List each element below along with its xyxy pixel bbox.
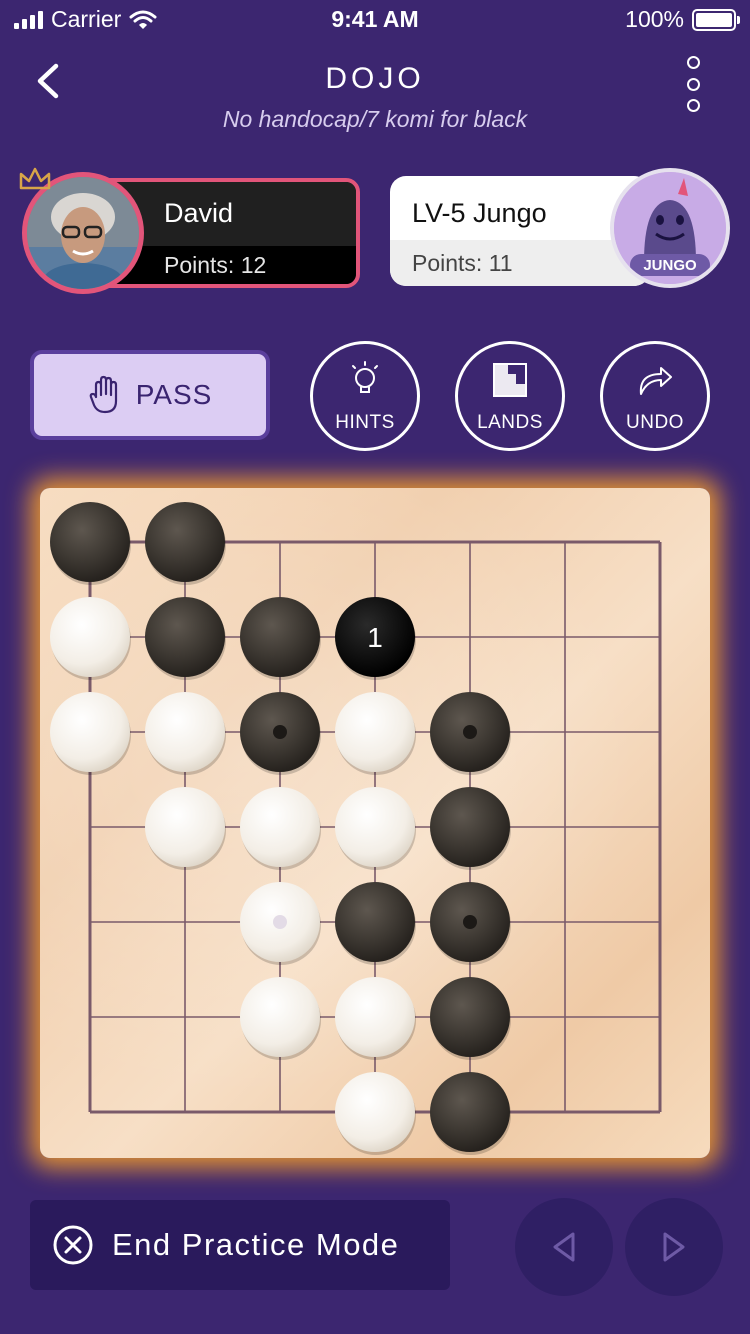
last-move-number: 1 bbox=[367, 622, 383, 653]
hints-button[interactable]: HINTS bbox=[310, 341, 420, 451]
hand-icon bbox=[89, 375, 117, 414]
black-stone bbox=[430, 692, 511, 775]
white-stone bbox=[335, 787, 416, 870]
close-circle-icon bbox=[53, 1225, 93, 1265]
lightbulb-icon bbox=[352, 361, 378, 393]
player2-avatar[interactable]: JUNGO bbox=[610, 168, 730, 288]
hints-label: HINTS bbox=[335, 412, 395, 433]
previous-move-button[interactable] bbox=[515, 1198, 613, 1296]
white-stone bbox=[145, 787, 226, 870]
black-stone bbox=[430, 1072, 511, 1155]
white-stone bbox=[240, 882, 321, 965]
black-stone bbox=[335, 882, 416, 965]
black-stone bbox=[145, 597, 226, 680]
lands-button[interactable]: LANDS bbox=[455, 341, 565, 451]
white-stone bbox=[240, 787, 321, 870]
black-stone bbox=[145, 502, 226, 585]
board-canvas[interactable]: 1 bbox=[40, 488, 710, 1158]
player2-points: Points: 11 bbox=[412, 250, 513, 276]
black-stone bbox=[430, 882, 511, 965]
black-stone bbox=[240, 692, 321, 775]
status-right: 100% bbox=[625, 6, 740, 33]
white-stone bbox=[240, 977, 321, 1060]
next-move-button[interactable] bbox=[625, 1198, 723, 1296]
pass-label: PASS bbox=[135, 379, 213, 410]
triangle-right-icon bbox=[663, 1232, 685, 1262]
white-stone bbox=[50, 597, 131, 680]
white-stone bbox=[50, 692, 131, 775]
black-stone bbox=[430, 977, 511, 1060]
status-bar: Carrier 9:41 AM 100% bbox=[0, 0, 750, 40]
more-menu-icon[interactable] bbox=[676, 56, 710, 112]
black-stone bbox=[430, 787, 511, 870]
crown-icon bbox=[19, 167, 51, 190]
black-stone bbox=[50, 502, 131, 585]
battery-icon bbox=[692, 8, 740, 31]
lands-label: LANDS bbox=[477, 412, 543, 433]
player1-name: David bbox=[164, 198, 234, 228]
battery-percent: 100% bbox=[625, 6, 684, 32]
player1-points: Points: 12 bbox=[164, 252, 267, 278]
white-stone bbox=[335, 1072, 416, 1155]
undo-label: UNDO bbox=[626, 412, 684, 433]
black-stone bbox=[240, 597, 321, 680]
end-practice-label: End Practice Mode bbox=[112, 1227, 400, 1262]
white-stone bbox=[335, 977, 416, 1060]
redo-arrow-icon bbox=[639, 367, 672, 395]
end-practice-button[interactable]: End Practice Mode bbox=[30, 1200, 450, 1290]
territory-icon bbox=[493, 363, 527, 397]
undo-button[interactable]: UNDO bbox=[600, 341, 710, 451]
page-title: DOJO bbox=[325, 62, 425, 95]
white-stone bbox=[145, 692, 226, 775]
white-stone bbox=[335, 692, 416, 775]
go-board[interactable]: 1 bbox=[40, 488, 710, 1158]
game-rules-subtitle: No handocap/7 komi for black bbox=[222, 106, 528, 132]
jungo-avatar-label: JUNGO bbox=[643, 257, 697, 274]
black-stone: 1 bbox=[335, 597, 416, 680]
triangle-left-icon bbox=[553, 1232, 575, 1262]
pass-button[interactable]: PASS bbox=[30, 350, 270, 440]
player2-name: LV-5 Jungo bbox=[412, 198, 547, 228]
